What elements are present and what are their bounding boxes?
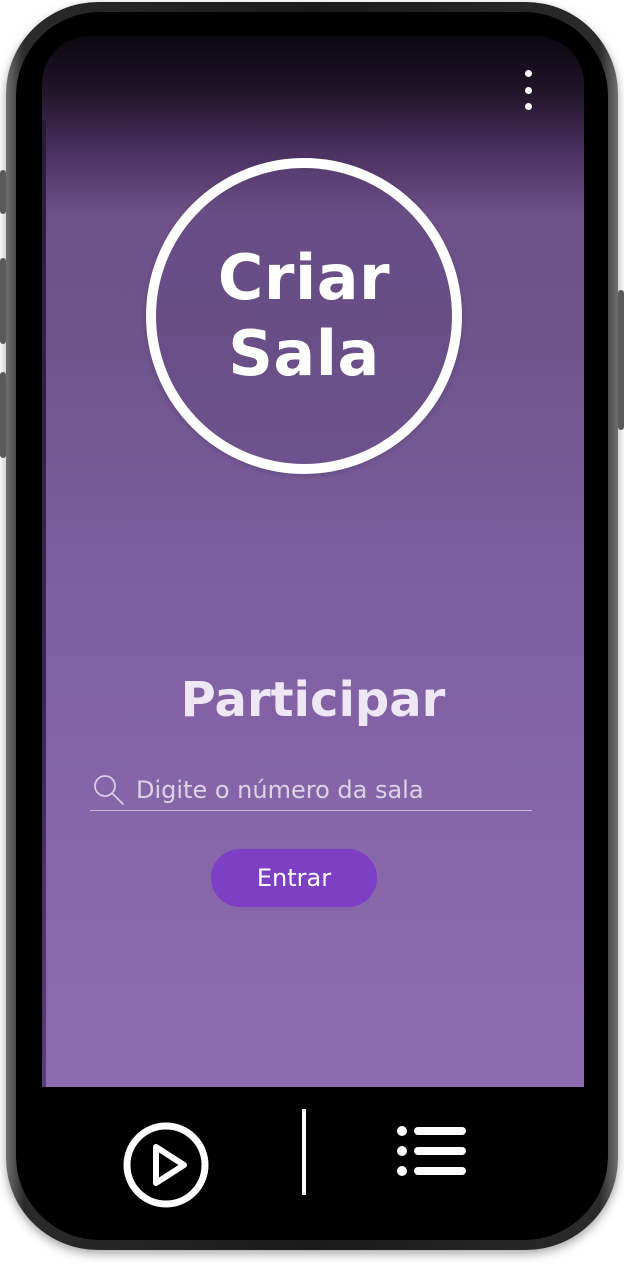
app-screen: Criar Sala Participar Entrar bbox=[42, 36, 584, 1087]
phone-side-button bbox=[0, 170, 6, 214]
more-vertical-icon[interactable] bbox=[520, 70, 536, 110]
phone-volume-up-button bbox=[0, 258, 6, 344]
phone-volume-down-button bbox=[0, 372, 6, 458]
create-room-button[interactable]: Criar Sala bbox=[146, 158, 462, 474]
list-icon[interactable] bbox=[396, 1125, 468, 1177]
create-room-label: Criar Sala bbox=[217, 241, 391, 390]
bottom-navigation bbox=[30, 1087, 590, 1227]
menu-dot bbox=[524, 103, 532, 110]
room-number-field bbox=[90, 770, 532, 811]
phone-power-button bbox=[618, 290, 624, 430]
menu-dot bbox=[524, 70, 532, 77]
room-number-input[interactable] bbox=[136, 772, 532, 808]
enter-button[interactable]: Entrar bbox=[211, 849, 377, 907]
screen-edge-shadow bbox=[42, 120, 46, 1087]
play-circle-icon[interactable] bbox=[122, 1121, 210, 1209]
nav-divider bbox=[302, 1109, 306, 1195]
search-icon bbox=[94, 775, 124, 805]
menu-dot bbox=[524, 86, 532, 94]
join-title: Participar bbox=[180, 672, 446, 728]
